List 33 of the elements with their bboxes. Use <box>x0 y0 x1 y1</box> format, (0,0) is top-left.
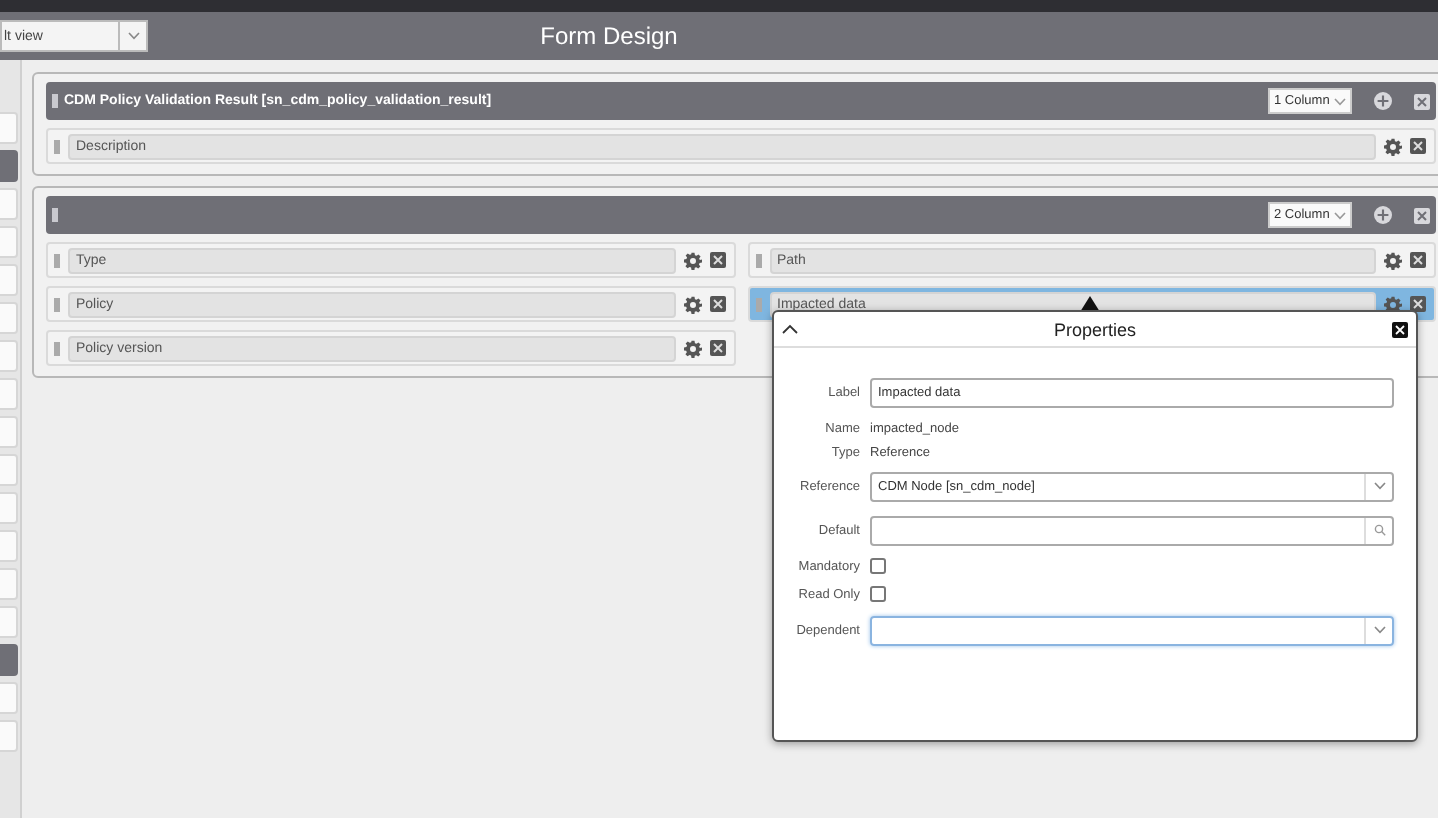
collapse-icon[interactable] <box>782 324 798 334</box>
checkbox[interactable] <box>870 586 886 602</box>
add-icon[interactable] <box>1374 206 1392 224</box>
sidebar-item[interactable] <box>0 644 18 676</box>
drag-handle-icon[interactable] <box>755 253 761 267</box>
select-field[interactable] <box>870 615 1394 645</box>
drag-handle-icon[interactable] <box>54 139 60 153</box>
sidebar-item[interactable] <box>0 150 18 182</box>
add-icon[interactable] <box>1374 92 1392 110</box>
drag-handle-icon[interactable] <box>52 94 58 108</box>
caret-icon <box>1334 211 1346 219</box>
lookup-field[interactable] <box>870 515 1394 545</box>
remove-icon[interactable] <box>1414 207 1430 223</box>
close-icon[interactable] <box>1392 321 1408 337</box>
drag-handle-icon[interactable] <box>54 341 60 355</box>
drag-handle-icon[interactable] <box>54 253 60 267</box>
caret-icon <box>127 32 139 40</box>
dialog-title: Properties <box>1051 319 1139 339</box>
search-icon[interactable] <box>1373 524 1385 536</box>
settings-icon[interactable] <box>683 339 701 357</box>
settings-icon[interactable] <box>683 251 701 269</box>
drag-handle-icon[interactable] <box>755 297 761 311</box>
caret-icon <box>1373 482 1385 490</box>
drag-handle-icon[interactable] <box>54 297 60 311</box>
drag-handle-icon[interactable] <box>52 208 58 222</box>
checkbox[interactable] <box>870 558 886 574</box>
settings-icon[interactable] <box>683 295 701 313</box>
remove-icon[interactable] <box>1414 93 1430 109</box>
caret-icon <box>1334 97 1346 105</box>
caret-icon <box>1373 626 1385 634</box>
page-title: Form Design <box>540 22 678 50</box>
settings-icon[interactable] <box>1384 137 1402 155</box>
settings-icon[interactable] <box>1384 251 1402 269</box>
